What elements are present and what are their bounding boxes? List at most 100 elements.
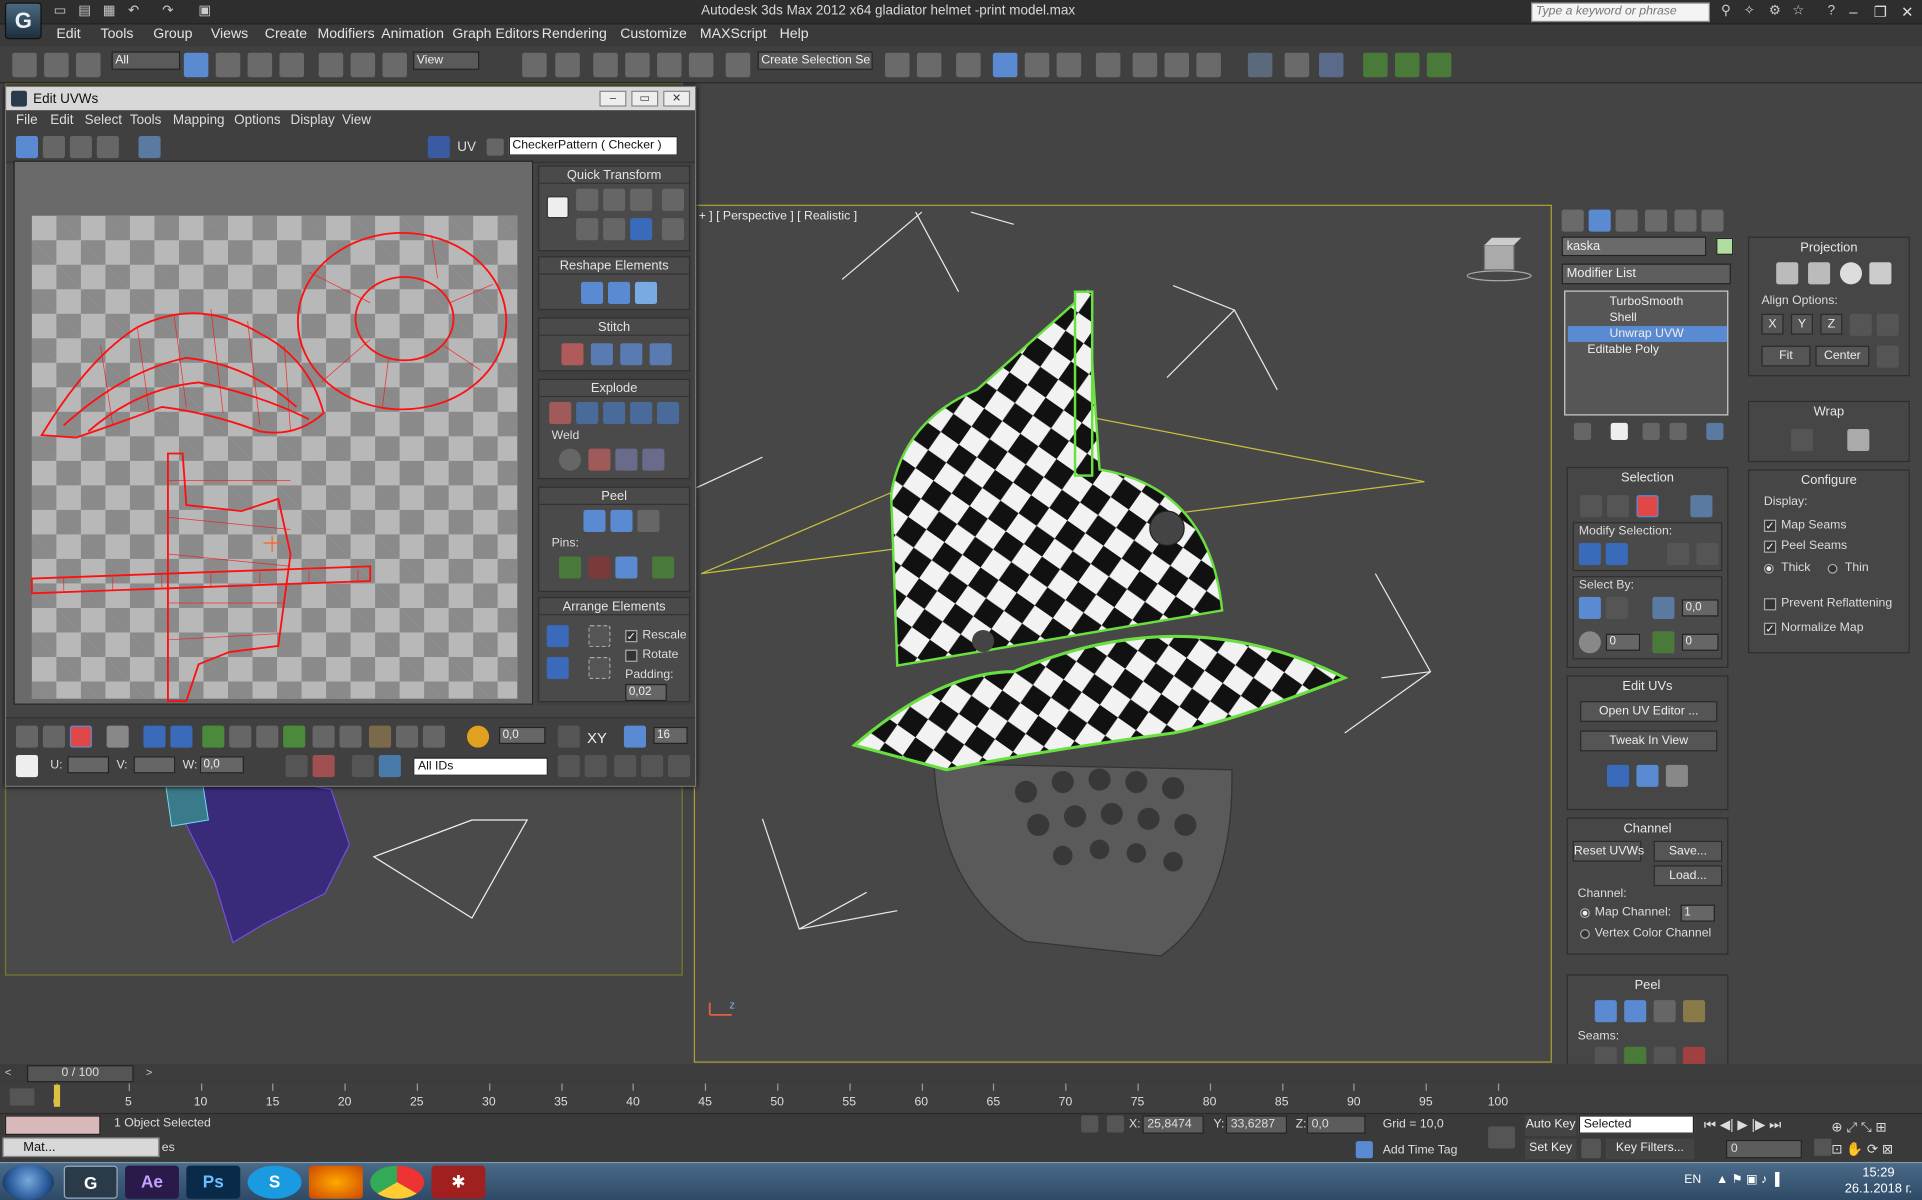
taskbar-aftereffects-icon[interactable]: Ae xyxy=(125,1165,179,1199)
edit-uvs-title[interactable]: Edit UVs xyxy=(1568,679,1727,694)
uvw-scale-icon[interactable] xyxy=(69,136,92,159)
padding-spinner[interactable]: 0,02 xyxy=(625,683,667,702)
prevent-reflattening-checkbox[interactable] xyxy=(1763,598,1777,611)
wrap-title[interactable]: Wrap xyxy=(1749,404,1908,419)
straighten-selection-icon[interactable] xyxy=(581,281,604,304)
bind-space-warp-icon[interactable] xyxy=(75,52,101,78)
maximize-button[interactable]: ❐ xyxy=(1868,2,1893,22)
taskbar-photoshop-icon[interactable]: Ps xyxy=(186,1165,241,1199)
arrange-title[interactable]: Arrange Elements xyxy=(539,598,689,616)
uvw-menu-options[interactable]: Options xyxy=(234,113,280,128)
transform-pivot-icon[interactable] xyxy=(546,196,569,219)
material-id-spinner[interactable]: 0 xyxy=(1605,633,1641,651)
layer-manager-icon[interactable] xyxy=(956,52,981,78)
uvw-mirror-icon[interactable] xyxy=(138,136,161,159)
break-icon[interactable] xyxy=(549,402,572,425)
close-button[interactable]: ✕ xyxy=(1895,2,1920,22)
peel-pelt-icon[interactable] xyxy=(1624,1000,1647,1023)
tweak-in-view-button[interactable]: Tweak In View xyxy=(1580,730,1718,752)
map-channel-spinner[interactable]: 1 xyxy=(1680,904,1715,922)
xy-axis-label[interactable]: XY xyxy=(587,729,607,746)
curve-editor-mini-icon[interactable] xyxy=(9,1088,35,1106)
uvw-menu-edit[interactable]: Edit xyxy=(50,113,73,128)
align-z-button[interactable]: Z xyxy=(1820,313,1843,335)
stitch-to-target-icon[interactable] xyxy=(561,343,584,366)
redo-icon[interactable]: ↷ xyxy=(159,4,176,20)
y-coordinate-field[interactable]: 33,6287 xyxy=(1225,1115,1288,1134)
uvw-minimize-button[interactable]: – xyxy=(599,90,627,107)
selection-region-icon[interactable] xyxy=(247,52,273,78)
peel-panel-title[interactable]: Peel xyxy=(1568,978,1727,993)
prev-frame-icon[interactable]: < xyxy=(5,1066,11,1078)
soft-selection-icon[interactable] xyxy=(467,725,490,748)
select-by-element-icon[interactable] xyxy=(1578,596,1601,619)
time-tag-icon[interactable] xyxy=(1355,1141,1373,1159)
uvw-menu-display[interactable]: Display xyxy=(291,113,335,128)
menu-graph-editors[interactable]: Graph Editors xyxy=(452,27,539,42)
align-linear-icon[interactable] xyxy=(576,218,599,241)
ring-select-icon[interactable] xyxy=(1696,542,1719,566)
element-mode-icon[interactable] xyxy=(106,725,129,748)
peel-reset-icon[interactable] xyxy=(1653,1000,1676,1023)
utilities-tab-icon[interactable] xyxy=(1701,209,1724,232)
loop-select-icon[interactable] xyxy=(1667,542,1690,566)
current-frame-field[interactable]: 0 xyxy=(1725,1139,1802,1159)
detach-icon[interactable] xyxy=(576,402,599,425)
shrink-brush-icon[interactable] xyxy=(422,725,445,748)
menu-customize[interactable]: Customize xyxy=(620,27,687,42)
set-key-mode-icon[interactable] xyxy=(1488,1126,1516,1149)
grow-select-icon[interactable] xyxy=(143,725,166,748)
peel-title[interactable]: Peel xyxy=(539,488,689,505)
zoom-extents-icon[interactable] xyxy=(641,755,664,778)
time-slider[interactable]: 0 / 100 xyxy=(26,1065,134,1083)
relax-until-flat-icon[interactable] xyxy=(634,281,658,304)
motion-tab-icon[interactable] xyxy=(1645,209,1668,232)
pelt-map-icon[interactable] xyxy=(1683,1000,1706,1023)
object-color-swatch[interactable] xyxy=(1716,237,1734,255)
vertex-color-radio[interactable] xyxy=(1580,929,1590,939)
loop-icon[interactable] xyxy=(202,725,225,748)
selection-filter-dropdown[interactable]: All xyxy=(111,51,181,70)
best-align-icon[interactable] xyxy=(1849,313,1872,336)
render-production-icon[interactable] xyxy=(1196,52,1221,78)
select-by-material-icon[interactable] xyxy=(1578,631,1601,654)
angle-snap-icon[interactable] xyxy=(625,52,650,78)
language-indicator[interactable]: EN xyxy=(1684,1173,1701,1186)
select-by-planar-icon[interactable] xyxy=(1652,596,1675,619)
rescale-checkbox[interactable]: ✓ xyxy=(625,630,638,643)
filter-icon[interactable] xyxy=(378,755,401,778)
stitch-custom-icon[interactable] xyxy=(649,343,672,366)
make-unique-icon[interactable] xyxy=(1642,422,1660,441)
auto-pin-moved-icon[interactable] xyxy=(615,556,638,579)
stack-turbosmooth[interactable]: TurboSmooth xyxy=(1568,294,1727,310)
add-time-tag[interactable]: Add Time Tag xyxy=(1383,1144,1458,1157)
peel-quick-icon[interactable] xyxy=(1594,1000,1617,1023)
edge-distance-icon[interactable] xyxy=(623,725,646,748)
show-end-result-icon[interactable] xyxy=(1610,422,1628,441)
align-y-button[interactable]: Y xyxy=(1790,313,1813,335)
box-map-icon[interactable] xyxy=(1869,262,1892,285)
stitch-title[interactable]: Stitch xyxy=(539,319,689,336)
uvw-title-bar[interactable]: Edit UVWs – ▭ ✕ xyxy=(6,87,696,111)
menu-modifiers[interactable]: Modifiers xyxy=(317,27,374,42)
projection-title[interactable]: Projection xyxy=(1749,240,1908,255)
menu-tools[interactable]: Tools xyxy=(101,27,134,42)
save-uvw-button[interactable]: Save... xyxy=(1653,840,1723,862)
mirror-icon[interactable] xyxy=(885,52,910,78)
rotate-minus-90-icon[interactable] xyxy=(630,188,653,211)
planar-angle-spinner[interactable]: 0,0 xyxy=(1681,599,1719,617)
uvw-menu-view[interactable]: View xyxy=(342,113,371,128)
texture-dropdown[interactable]: CheckerPattern ( Checker ) xyxy=(508,136,678,156)
clock[interactable]: 15:29 26.1.2018 г. xyxy=(1845,1166,1913,1198)
zoom-region-icon[interactable] xyxy=(614,755,637,778)
select-by-seams-icon[interactable] xyxy=(1605,596,1628,619)
map-seams-checkbox[interactable]: ✓ xyxy=(1763,519,1777,532)
key-tangent-icon[interactable] xyxy=(1581,1138,1601,1159)
unfold-mapping-icon[interactable] xyxy=(1847,428,1870,452)
render-setup-icon[interactable] xyxy=(1132,52,1158,78)
pivot-center-icon[interactable] xyxy=(522,52,547,78)
uvw-menu-select[interactable]: Select xyxy=(85,113,122,128)
animation-tool-3-icon[interactable] xyxy=(1426,52,1452,78)
v-spinner[interactable] xyxy=(133,756,176,774)
binoculars-icon[interactable]: ⚲ xyxy=(1717,4,1734,20)
